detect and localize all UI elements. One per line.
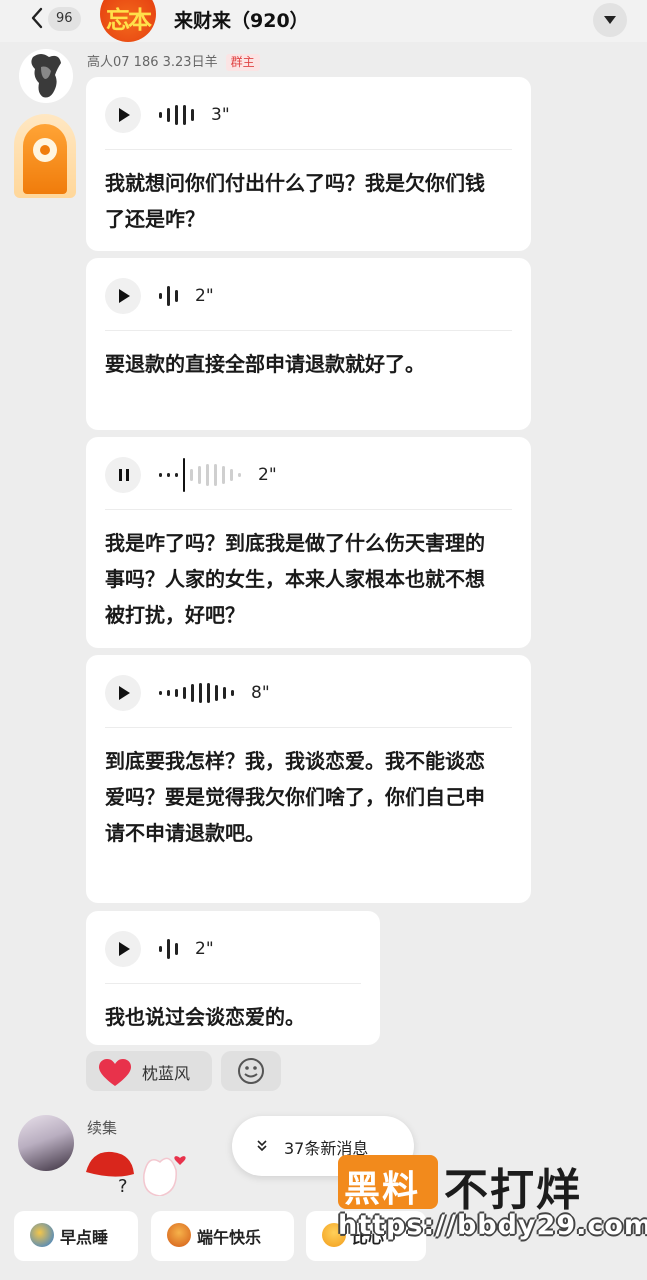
divider [105,983,361,984]
chevron-down-icon [604,16,616,24]
back-arrow-icon[interactable] [26,6,50,30]
sticker-image: ? [86,1151,186,1196]
sender2-avatar[interactable] [18,1115,74,1171]
watermark-badge-text: 黑料 [344,1169,421,1210]
voice-duration: 2" [258,465,277,485]
play-button[interactable] [105,278,141,314]
voice-transcript: 我就想问你们付出什么了吗？我是欠你们钱了还是咋？ [105,171,485,231]
divider [105,149,512,150]
play-button[interactable] [105,931,141,967]
voice-message-bubble[interactable]: 8" 到底要我怎样？我，我谈恋爱。我不能谈恋爱吗？要是觉得我欠你们啥了，你们自己… [86,655,531,903]
play-icon [119,108,130,122]
quick-reply-sleep[interactable]: 早点睡 [14,1211,138,1261]
divider [105,727,512,728]
group-avatar[interactable]: 忘本 [100,0,156,42]
play-icon [119,942,130,956]
pause-icon [119,469,129,481]
chat-title: 来财来（920） [174,10,309,32]
quick-reply-label: 早点睡 [60,1228,109,1247]
watermark-badge: 黑料 [338,1155,438,1210]
play-button[interactable] [105,97,141,133]
voice-player: 3" [105,97,230,133]
voice-player: 2" [105,931,214,967]
svg-text:?: ? [118,1176,128,1196]
voice-transcript: 我是咋了吗？到底我是做了什么伤天害理的事吗？人家的女生，本来人家根本也就不想被打… [105,531,485,627]
play-icon [119,686,130,700]
reaction-chip[interactable]: 枕蓝风 [86,1051,212,1091]
watermark-url: https://bbdy29.com [338,1210,647,1241]
owner-badge: 群主 [225,54,260,71]
voice-player: 8" [105,675,270,711]
voice-message-bubble[interactable]: 2" 要退款的直接全部申请退款就好了。 [86,258,531,430]
waveform [159,103,199,127]
dragon-icon [167,1223,191,1247]
voice-duration: 2" [195,286,214,306]
quick-reply-dragon-boat[interactable]: 端午快乐 [151,1211,294,1261]
waveform [159,458,246,492]
door-badge-icon [14,114,76,198]
play-icon [119,289,130,303]
divider [105,330,512,331]
sender2-name: 续集 [87,1119,118,1137]
watermark-text: 不打烊 [444,1165,582,1216]
unread-count-badge[interactable]: 96 [48,7,81,31]
sender-meta: 高人07 186 3.23日羊 [87,55,218,70]
voice-transcript: 到底要我怎样？我，我谈恋爱。我不能谈恋爱吗？要是觉得我欠你们啥了，你们自己申请不… [105,749,485,845]
voice-message-bubble[interactable]: 2" 我是咋了吗？到底我是做了什么伤天害理的事吗？人家的女生，本来人家根本也就不… [86,437,531,648]
divider [105,509,512,510]
reaction-user: 枕蓝风 [142,1064,191,1083]
voice-duration: 2" [195,939,214,959]
heart-icon [99,1059,131,1086]
group-avatar-text: 忘本 [106,6,152,34]
voice-message-bubble[interactable]: 2" 我也说过会谈恋爱的。 [86,911,380,1045]
sender-avatar[interactable] [19,49,73,103]
voice-player: 2" [105,278,214,314]
sketch-portrait-icon [31,54,61,98]
voice-duration: 8" [251,683,270,703]
add-reaction-button[interactable] [221,1051,281,1091]
pause-button[interactable] [105,457,141,493]
play-button[interactable] [105,675,141,711]
waveform [159,681,239,705]
voice-message-bubble[interactable]: 3" 我就想问你们付出什么了吗？我是欠你们钱了还是咋？ [86,77,531,251]
voice-duration: 3" [211,105,230,125]
more-menu-button[interactable] [593,3,627,37]
chat-header: 96 忘本 来财来（920） [0,0,647,42]
double-chevron-down-icon [257,1140,267,1152]
waveform [159,284,183,308]
voice-transcript: 我也说过会谈恋爱的。 [105,1005,305,1029]
smiley-icon [238,1058,264,1084]
sender-info: 高人07 186 3.23日羊 群主 [87,51,260,71]
voice-transcript: 要退款的直接全部申请退款就好了。 [105,352,425,376]
waveform [159,937,183,961]
moon-icon [30,1223,54,1247]
quick-reply-label: 端午快乐 [197,1228,262,1247]
voice-player: 2" [105,457,277,493]
